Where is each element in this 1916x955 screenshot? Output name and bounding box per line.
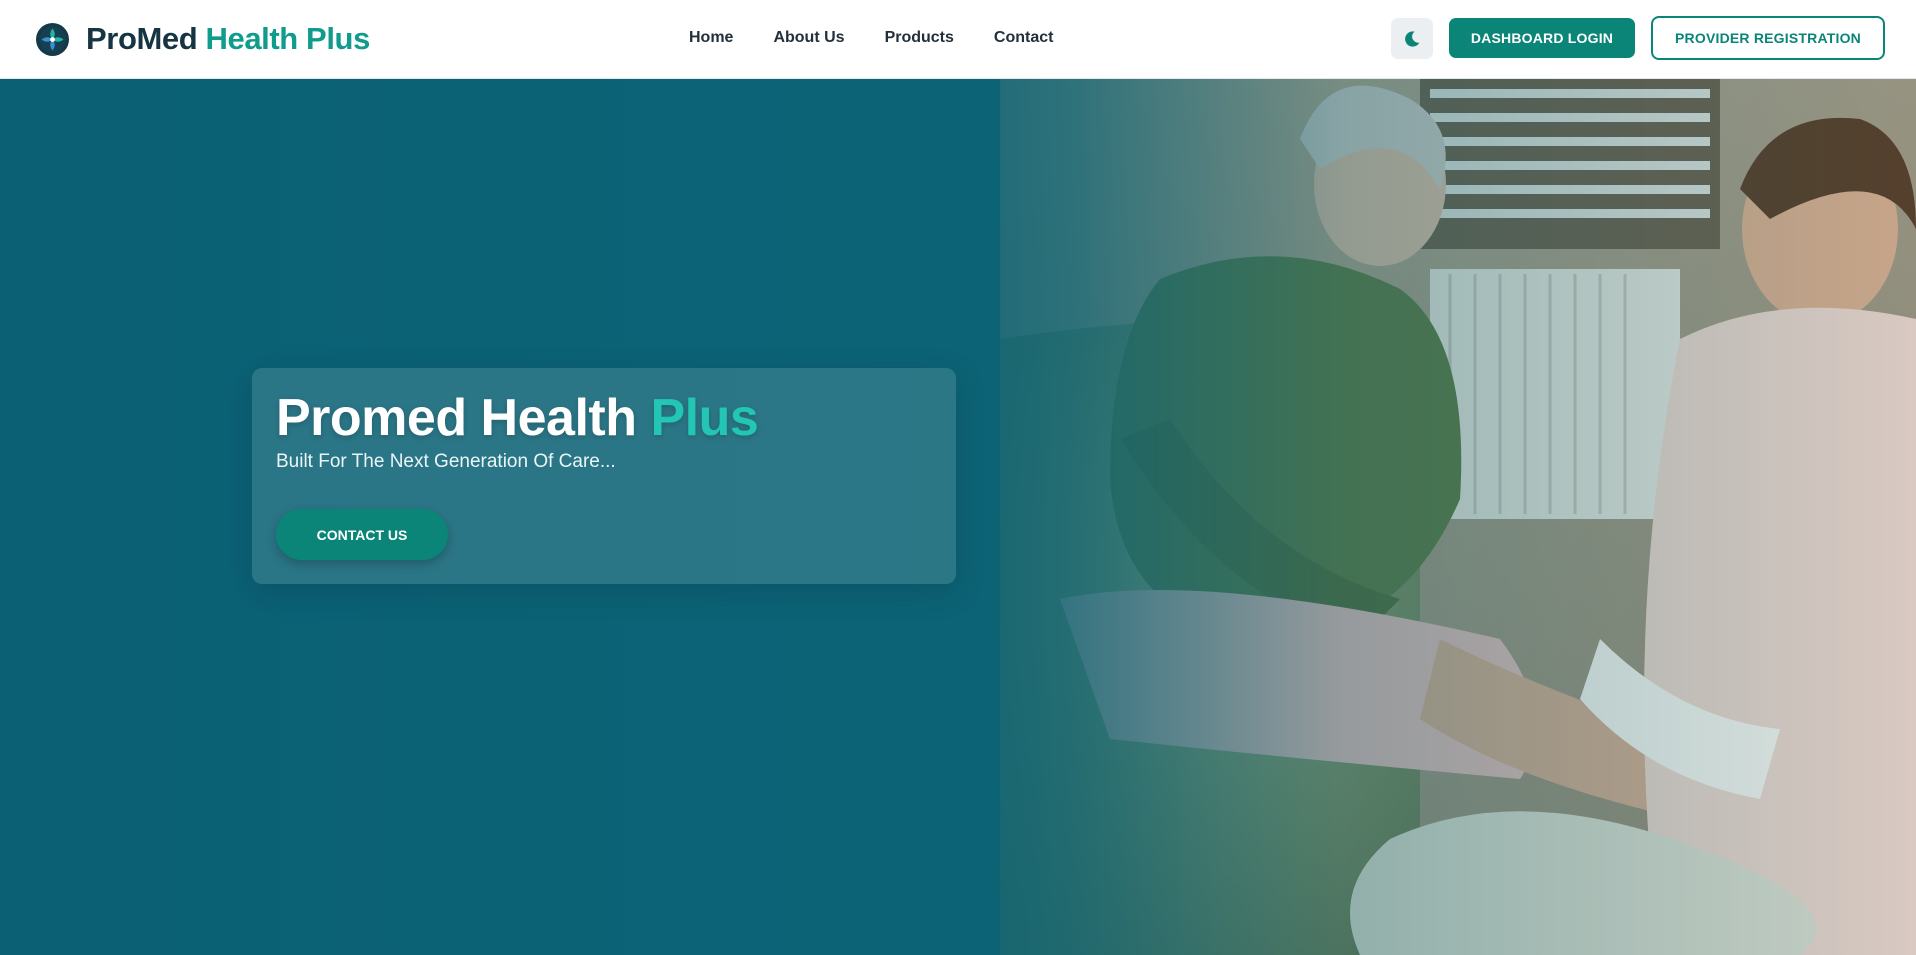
nav-link-about-us[interactable]: About Us [773,29,844,47]
contact-us-button[interactable]: CONTACT US [276,509,448,560]
hero-subtitle: Built For The Next Generation Of Care... [276,451,616,472]
hero-section: Promed Health Plus Built For The Next Ge… [0,79,1916,955]
site-header: ProMed Health Plus Home About Us Product… [0,0,1916,79]
provider-registration-button[interactable]: PROVIDER REGISTRATION [1651,16,1885,60]
hero-title: Promed Health Plus [276,388,759,448]
brand-logo-icon [36,22,69,56]
theme-toggle-button[interactable] [1391,18,1433,59]
hero-title-primary: Promed Health [276,389,637,447]
dashboard-login-button[interactable]: DASHBOARD LOGIN [1449,18,1635,58]
nav-link-home[interactable]: Home [689,29,733,47]
nav-link-products[interactable]: Products [885,29,954,47]
brand-name: ProMed Health Plus [86,21,370,57]
hero-card: Promed Health Plus Built For The Next Ge… [252,368,956,584]
main-nav: Home About Us Products Contact [689,26,1093,50]
brand-name-accent: Health Plus [205,21,371,56]
brand-name-primary: ProMed [86,21,198,56]
brand[interactable]: ProMed Health Plus [36,20,370,58]
moon-icon [1405,30,1420,47]
hero-title-accent: Plus [650,389,759,447]
nav-link-contact[interactable]: Contact [994,29,1054,47]
